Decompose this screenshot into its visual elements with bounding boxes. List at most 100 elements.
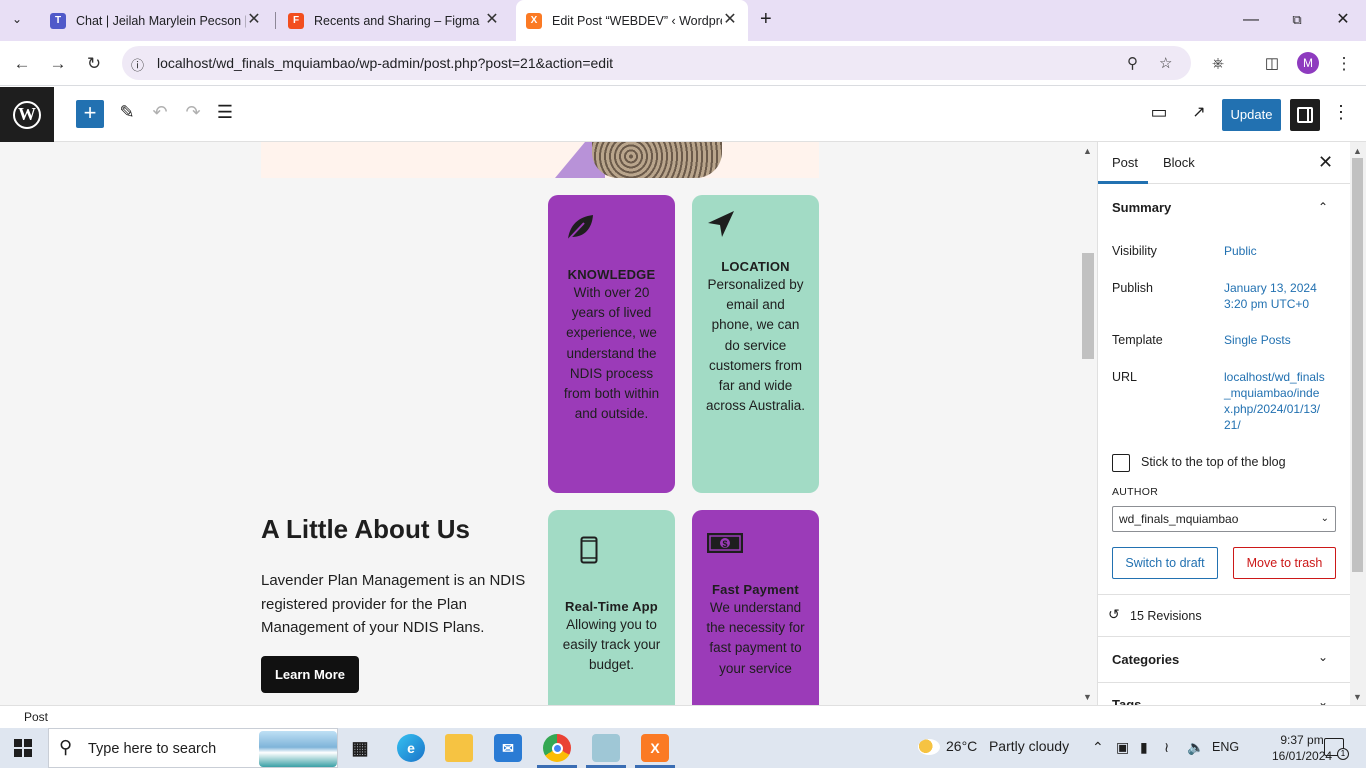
- side-panel-icon[interactable]: ◫: [1261, 53, 1283, 75]
- tab-title: Edit Post “WEBDEV” ‹ Wordpress: [552, 13, 722, 28]
- card-text: Allowing you to easily track your budget…: [562, 617, 661, 673]
- minimize-icon[interactable]: —: [1241, 10, 1261, 30]
- canvas-scrollbar[interactable]: ▲ ▼: [1082, 142, 1097, 705]
- view-post-external-icon[interactable]: ↗: [1187, 102, 1211, 122]
- summary-panel-toggle[interactable]: Summary: [1112, 200, 1171, 215]
- breadcrumb[interactable]: Post: [24, 710, 48, 724]
- site-info-icon[interactable]: ⓘ: [131, 55, 144, 74]
- editor-header: W + ✎ ↶ ↷ ☰ ▭ ↗ Update ⋮: [0, 87, 1366, 142]
- hero-image[interactable]: [261, 142, 819, 178]
- stick-to-top-label[interactable]: Stick to the top of the blog: [1141, 455, 1286, 469]
- close-icon[interactable]: ✕: [246, 12, 262, 28]
- reload-icon[interactable]: ↻: [83, 53, 105, 75]
- scroll-up-arrow-icon[interactable]: ▲: [1353, 146, 1362, 156]
- address-bar[interactable]: ⓘ localhost/wd_finals_mquiambao/wp-admin…: [122, 46, 1191, 80]
- task-view-icon[interactable]: ▦: [346, 734, 374, 762]
- close-icon[interactable]: ✕: [722, 12, 738, 28]
- battery-icon[interactable]: ▮: [1140, 739, 1148, 756]
- redo-icon[interactable]: ↷: [181, 102, 205, 123]
- xampp-icon[interactable]: X: [641, 734, 669, 762]
- language-indicator[interactable]: ENG: [1212, 740, 1239, 754]
- close-icon[interactable]: ✕: [484, 12, 500, 28]
- revisions-link[interactable]: 15 Revisions: [1130, 609, 1202, 623]
- active-tab-indicator: [1098, 181, 1148, 184]
- author-select[interactable]: wd_finals_mquiambao ⌄: [1112, 506, 1336, 532]
- sidebar-scrollbar[interactable]: ▲ ▼: [1350, 142, 1366, 705]
- window-close-icon[interactable]: ✕: [1333, 10, 1353, 30]
- learn-more-button[interactable]: Learn More: [261, 656, 359, 693]
- browser-menu-icon[interactable]: ⋮: [1333, 53, 1355, 75]
- url-text[interactable]: localhost/wd_finals_mquiambao/wp-admin/p…: [157, 55, 613, 71]
- url-value[interactable]: localhost/wd_finals_mquiambao/index.php/…: [1224, 369, 1326, 433]
- about-paragraph[interactable]: Lavender Plan Management is an NDIS regi…: [261, 569, 536, 640]
- template-label: Template: [1112, 333, 1163, 347]
- browser-tab-bar: ⌄ T Chat | Jeilah Marylein Pecson | M ✕ …: [0, 0, 1366, 41]
- taskbar-search-input[interactable]: ⚲ Type here to search: [48, 728, 338, 768]
- options-menu-icon[interactable]: ⋮: [1329, 102, 1353, 123]
- tab-figma[interactable]: F Recents and Sharing – Figma ✕: [278, 0, 510, 41]
- tab-edit-post[interactable]: X Edit Post “WEBDEV” ‹ Wordpress ✕: [516, 0, 748, 41]
- wifi-icon[interactable]: ≀: [1164, 739, 1169, 756]
- stick-to-top-checkbox[interactable]: [1112, 454, 1130, 472]
- publish-date-value[interactable]: January 13, 2024 3:20 pm UTC+0: [1224, 280, 1324, 312]
- edit-pencil-icon[interactable]: ✎: [115, 102, 139, 123]
- chevron-down-icon[interactable]: ⌄: [1318, 695, 1328, 705]
- scrollbar-thumb[interactable]: [1352, 158, 1363, 572]
- about-heading[interactable]: A Little About Us: [261, 514, 470, 545]
- search-placeholder: Type here to search: [88, 741, 217, 757]
- zoom-icon[interactable]: ⚲: [1127, 54, 1138, 72]
- tab-teams-chat[interactable]: T Chat | Jeilah Marylein Pecson | M ✕: [40, 0, 272, 41]
- categories-panel-toggle[interactable]: Categories: [1112, 652, 1179, 667]
- divider: [1098, 682, 1350, 683]
- restore-icon[interactable]: ⧉: [1287, 10, 1307, 30]
- template-value[interactable]: Single Posts: [1224, 332, 1291, 348]
- chevron-down-icon[interactable]: ⌄: [1318, 650, 1328, 664]
- wordpress-logo-icon[interactable]: W: [0, 87, 54, 142]
- tab-post[interactable]: Post: [1112, 155, 1138, 170]
- update-button[interactable]: Update: [1222, 99, 1281, 131]
- move-to-trash-button[interactable]: Move to trash: [1233, 547, 1336, 579]
- card-text: With over 20 years of lived experience, …: [563, 285, 660, 422]
- profile-avatar[interactable]: M: [1297, 52, 1319, 74]
- new-tab-plus-icon[interactable]: +: [760, 8, 772, 31]
- file-explorer-icon[interactable]: [445, 734, 473, 762]
- hero-person-photo: [592, 142, 722, 178]
- feature-card-real-time-app[interactable]: Real-Time App Allowing you to easily tra…: [548, 510, 675, 705]
- revisions-history-icon: ↺: [1108, 606, 1120, 622]
- feature-card-fast-payment[interactable]: $ Fast Payment We understand the necessi…: [692, 510, 819, 705]
- forward-arrow-icon[interactable]: →: [47, 53, 69, 75]
- add-block-button[interactable]: +: [76, 100, 104, 128]
- editor-canvas[interactable]: KNOWLEDGE With over 20 years of lived ex…: [0, 142, 1082, 705]
- weather-widget[interactable]: 26°C Partly cloudy: [918, 738, 1069, 756]
- close-icon[interactable]: ✕: [1318, 152, 1333, 173]
- extensions-icon[interactable]: ⎈: [1207, 53, 1229, 75]
- preview-icon[interactable]: ▭: [1147, 102, 1171, 123]
- tags-panel-toggle[interactable]: Tags: [1112, 697, 1141, 705]
- feature-card-knowledge[interactable]: KNOWLEDGE With over 20 years of lived ex…: [548, 195, 675, 493]
- show-hidden-icons-chevron-icon[interactable]: ⌃: [1092, 739, 1104, 756]
- scroll-up-arrow-icon[interactable]: ▲: [1083, 146, 1092, 156]
- tab-block[interactable]: Block: [1163, 155, 1195, 170]
- document-overview-icon[interactable]: ☰: [213, 102, 237, 123]
- switch-to-draft-button[interactable]: Switch to draft: [1112, 547, 1218, 579]
- chevron-up-icon[interactable]: ⌃: [1318, 200, 1328, 214]
- scroll-down-arrow-icon[interactable]: ▼: [1353, 692, 1362, 702]
- mail-icon[interactable]: ✉: [494, 734, 522, 762]
- windows-start-icon[interactable]: [14, 739, 32, 757]
- chrome-icon[interactable]: [543, 734, 571, 762]
- author-selected-value: wd_finals_mquiambao: [1119, 512, 1239, 526]
- settings-toggle-icon[interactable]: [1290, 99, 1320, 131]
- back-arrow-icon[interactable]: ←: [11, 53, 33, 75]
- meet-now-icon[interactable]: ▣: [1116, 739, 1129, 756]
- undo-icon[interactable]: ↶: [148, 102, 172, 123]
- address-toolbar: ← → ↻ ⓘ localhost/wd_finals_mquiambao/wp…: [0, 41, 1366, 86]
- volume-icon[interactable]: 🔈: [1187, 739, 1204, 756]
- feature-card-location[interactable]: LOCATION Personalized by email and phone…: [692, 195, 819, 493]
- app-window-icon[interactable]: [592, 734, 620, 762]
- bookmark-star-icon[interactable]: ☆: [1159, 54, 1172, 72]
- tab-search-dropdown-icon[interactable]: ⌄: [12, 12, 22, 26]
- scrollbar-thumb[interactable]: [1082, 253, 1094, 359]
- visibility-value[interactable]: Public: [1224, 243, 1257, 259]
- scroll-down-arrow-icon[interactable]: ▼: [1083, 692, 1092, 702]
- edge-browser-icon[interactable]: e: [397, 734, 425, 762]
